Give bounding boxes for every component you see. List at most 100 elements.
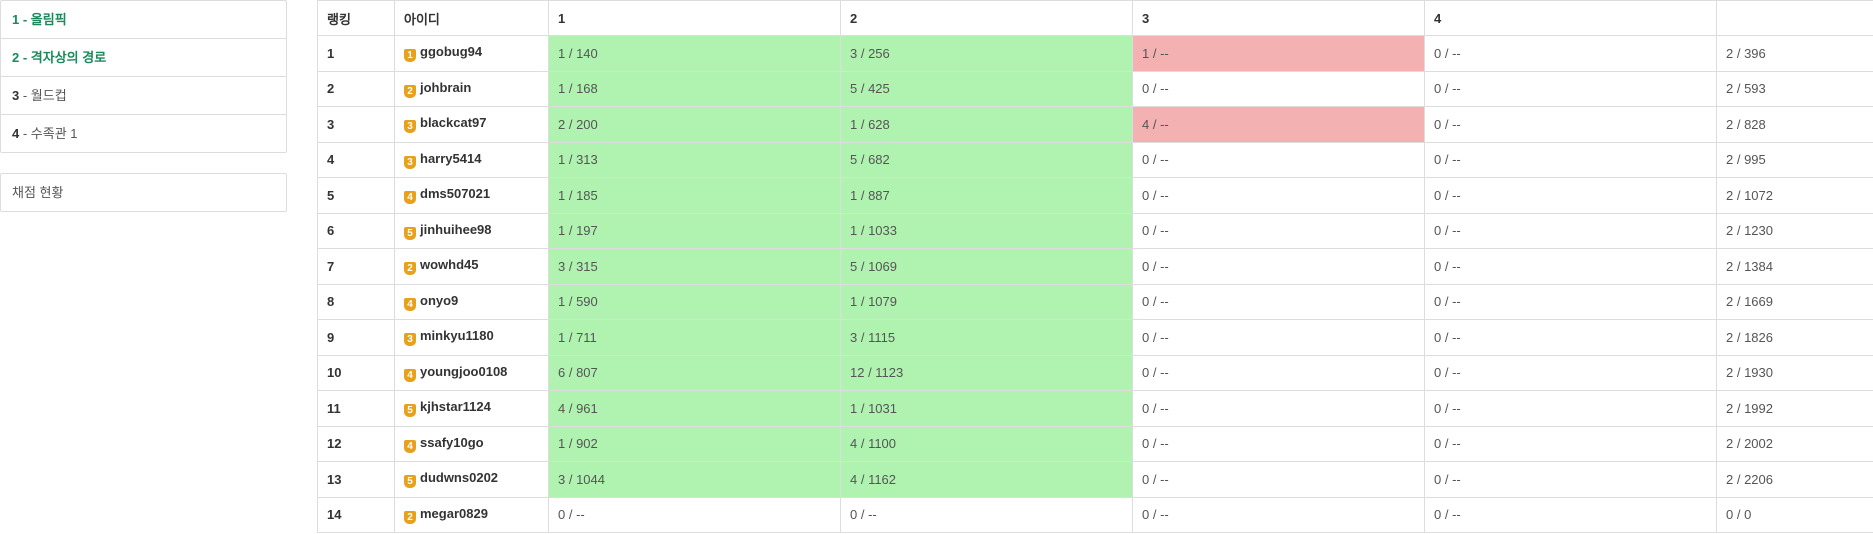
username-link[interactable]: dms507021	[420, 186, 490, 201]
username-link[interactable]: youngjoo0108	[420, 364, 507, 379]
problem-item-2[interactable]: 2 - 격자상의 경로	[1, 38, 286, 76]
problem-3-result-cell: 0 / --	[1132, 70, 1425, 107]
user-cell: 2 megar0829	[394, 496, 549, 533]
tier-badge-icon: 3	[404, 120, 416, 134]
user-cell: 1 ggobug94	[394, 35, 549, 72]
header-problem-1: 1	[548, 0, 841, 36]
problem-4-result-cell: 0 / --	[1424, 425, 1717, 462]
username-link[interactable]: blackcat97	[420, 115, 487, 130]
problem-2-result-cell: 4 / 1100	[840, 425, 1133, 462]
table-row: 10 4 youngjoo0108 6 / 807 12 / 1123 0 / -- 0 /…	[317, 354, 1873, 391]
username-link[interactable]: wowhd45	[420, 257, 479, 272]
problem-4-result-cell: 0 / --	[1424, 354, 1717, 391]
table-row: 5 4 dms507021 1 / 185 1 / 887 0 / -- 0 / -- 2 /…	[317, 177, 1873, 214]
problem-1-result-cell: 1 / 313	[548, 141, 841, 178]
rank-cell: 2	[317, 70, 395, 107]
problem-title: 수족관 1	[30, 126, 78, 141]
problem-2-result-cell: 1 / 1079	[840, 283, 1133, 320]
problem-4-result-cell: 0 / --	[1424, 319, 1717, 356]
rank-cell: 12	[317, 425, 395, 462]
total-cell: 2 / 1230	[1716, 212, 1873, 249]
table-row: 1 1 ggobug94 1 / 140 3 / 256 1 / -- 0 / -- 2 / …	[317, 35, 1873, 72]
problem-1-result-cell: 1 / 185	[548, 177, 841, 214]
problem-1-result-cell: 1 / 140	[548, 35, 841, 72]
header-rank: 랭킹	[317, 0, 395, 36]
problem-3-result-cell: 1 / --	[1132, 35, 1425, 72]
problem-2-result-cell: 5 / 682	[840, 141, 1133, 178]
username-link[interactable]: jinhuihee98	[420, 222, 492, 237]
status-link[interactable]: 채점 현황	[0, 173, 287, 212]
problem-4-result-cell: 0 / --	[1424, 248, 1717, 285]
username-link[interactable]: minkyu1180	[420, 328, 494, 343]
rank-cell: 8	[317, 283, 395, 320]
username-link[interactable]: kjhstar1124	[420, 399, 491, 414]
problem-list: 1 - 올림픽 2 - 격자상의 경로 3 - 월드컵 4 - 수족관 1	[0, 0, 287, 153]
problem-1-result-cell: 1 / 197	[548, 212, 841, 249]
table-header-row: 랭킹 아이디 1 2 3 4	[317, 0, 1873, 36]
tier-badge-icon: 3	[404, 333, 416, 347]
total-cell: 2 / 995	[1716, 141, 1873, 178]
rank-cell: 9	[317, 319, 395, 356]
username-link[interactable]: onyo9	[420, 293, 458, 308]
problem-2-result-cell: 0 / --	[840, 496, 1133, 533]
tier-badge-icon: 2	[404, 84, 416, 98]
problem-1-result-cell: 3 / 1044	[548, 461, 841, 498]
rank-cell: 1	[317, 35, 395, 72]
problem-1-result-cell: 4 / 961	[548, 390, 841, 427]
problem-1-result-cell: 1 / 711	[548, 319, 841, 356]
problem-4-result-cell: 0 / --	[1424, 496, 1717, 533]
user-cell: 2 johbrain	[394, 70, 549, 107]
problem-4-result-cell: 0 / --	[1424, 35, 1717, 72]
rank-cell: 11	[317, 390, 395, 427]
problem-4-result-cell: 0 / --	[1424, 390, 1717, 427]
problem-3-result-cell: 0 / --	[1132, 425, 1425, 462]
username-link[interactable]: johbrain	[420, 80, 471, 95]
table-row: 11 5 kjhstar1124 4 / 961 1 / 1031 0 / -- 0 / -…	[317, 390, 1873, 427]
table-row: 9 3 minkyu1180 1 / 711 3 / 1115 0 / -- 0 / -- 2…	[317, 319, 1873, 356]
problem-separator: -	[19, 50, 31, 65]
rank-cell: 5	[317, 177, 395, 214]
problem-3-result-cell: 0 / --	[1132, 390, 1425, 427]
table-row: 13 5 dudwns0202 3 / 1044 4 / 1162 0 / -- 0 / -…	[317, 461, 1873, 498]
tier-badge-icon: 1	[404, 49, 416, 63]
total-cell: 2 / 828	[1716, 106, 1873, 143]
problem-2-result-cell: 5 / 1069	[840, 248, 1133, 285]
tier-badge-icon: 4	[404, 368, 416, 382]
problem-2-result-cell: 1 / 1031	[840, 390, 1133, 427]
username-link[interactable]: harry5414	[420, 151, 481, 166]
problem-4-result-cell: 0 / --	[1424, 70, 1717, 107]
header-user-id: 아이디	[394, 0, 549, 36]
problem-item-4[interactable]: 4 - 수족관 1	[1, 114, 286, 152]
problem-item-3[interactable]: 3 - 월드컵	[1, 76, 286, 114]
problem-1-result-cell: 0 / --	[548, 496, 841, 533]
scoreboard-table: 랭킹 아이디 1 2 3 4 1 1 ggobug94 1 / 140 3 / 256 1…	[317, 0, 1873, 533]
header-problem-2: 2	[840, 0, 1133, 36]
header-total	[1716, 0, 1873, 36]
problem-4-result-cell: 0 / --	[1424, 283, 1717, 320]
problem-3-result-cell: 0 / --	[1132, 461, 1425, 498]
table-row: 2 2 johbrain 1 / 168 5 / 425 0 / -- 0 / -- 2 / …	[317, 70, 1873, 107]
problem-title: 격자상의 경로	[30, 50, 107, 65]
table-row: 4 3 harry5414 1 / 313 5 / 682 0 / -- 0 / -- 2 /…	[317, 141, 1873, 178]
rank-cell: 4	[317, 141, 395, 178]
tier-badge-icon: 2	[404, 262, 416, 276]
username-link[interactable]: megar0829	[420, 506, 488, 521]
tier-badge-icon: 3	[404, 155, 416, 169]
username-link[interactable]: dudwns0202	[420, 470, 498, 485]
total-cell: 2 / 1826	[1716, 319, 1873, 356]
problem-item-1[interactable]: 1 - 올림픽	[1, 1, 286, 38]
user-cell: 4 youngjoo0108	[394, 354, 549, 391]
user-cell: 5 kjhstar1124	[394, 390, 549, 427]
problem-2-result-cell: 4 / 1162	[840, 461, 1133, 498]
rank-cell: 3	[317, 106, 395, 143]
total-cell: 2 / 593	[1716, 70, 1873, 107]
problem-2-result-cell: 1 / 887	[840, 177, 1133, 214]
problem-4-result-cell: 0 / --	[1424, 461, 1717, 498]
header-problem-4: 4	[1424, 0, 1717, 36]
problem-4-result-cell: 0 / --	[1424, 177, 1717, 214]
username-link[interactable]: ssafy10go	[420, 435, 484, 450]
problem-2-result-cell: 5 / 425	[840, 70, 1133, 107]
problem-1-result-cell: 2 / 200	[548, 106, 841, 143]
rank-cell: 7	[317, 248, 395, 285]
username-link[interactable]: ggobug94	[420, 44, 482, 59]
